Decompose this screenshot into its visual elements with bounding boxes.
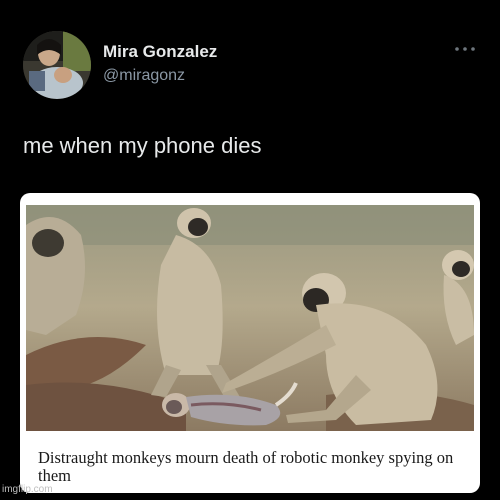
- author-name[interactable]: Mira Gonzalez: [103, 42, 217, 62]
- media-card[interactable]: Distraught monkeys mourn death of roboti…: [20, 193, 480, 493]
- author-handle[interactable]: @miragonz: [103, 67, 185, 85]
- avatar[interactable]: [23, 31, 91, 99]
- tweet: Mira Gonzalez @miragonz me when my phone…: [0, 0, 500, 500]
- watermark: imgflip.com: [2, 484, 53, 495]
- monkeys-photo: [26, 205, 474, 431]
- more-horizontal-icon[interactable]: [452, 42, 478, 56]
- media-caption: Distraught monkeys mourn death of roboti…: [38, 448, 454, 485]
- tweet-text: me when my phone dies: [23, 133, 262, 158]
